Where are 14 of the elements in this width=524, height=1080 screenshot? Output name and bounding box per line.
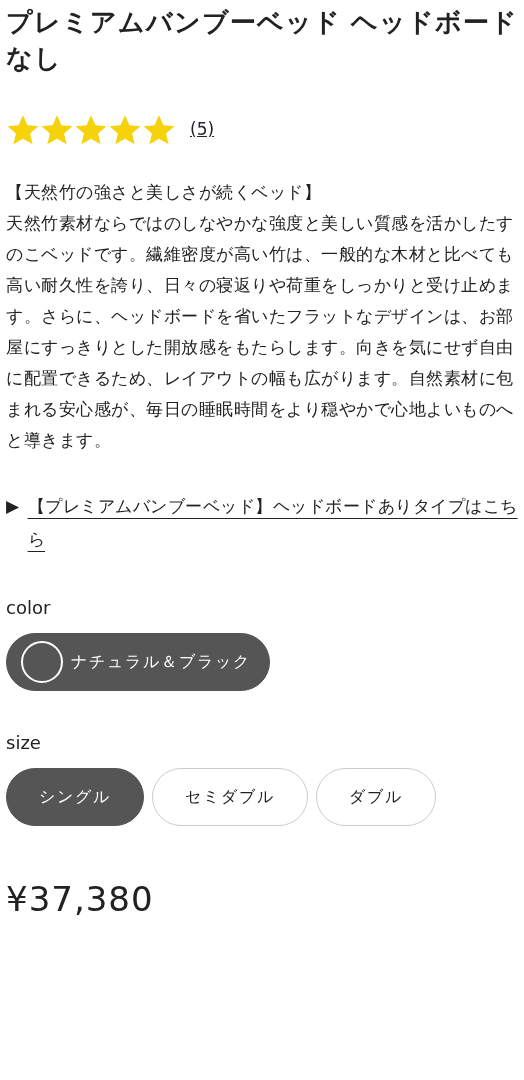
size-option[interactable]: ダブル (316, 767, 436, 826)
size-label: size (6, 730, 42, 755)
size-option[interactable]: シングル (6, 767, 144, 826)
review-count-link[interactable]: (5) (190, 117, 215, 143)
product-title: プレミアムバンブーベッド ヘッドボードなし (6, 6, 520, 76)
color-label: color (6, 595, 52, 620)
color-option[interactable]: ナチュラル＆ブラック (6, 632, 270, 691)
color-swatch-icon (21, 640, 63, 683)
price: ¥37,380 (6, 877, 155, 921)
description-heading: 【天然竹の強さと美しさが続くベッド】 (6, 181, 322, 204)
triangle-marker: ▶ (6, 494, 20, 518)
size-option[interactable]: セミダブル (152, 767, 308, 826)
description-text: 天然竹素材ならではのしなやかな強度と美しい質感を活かしたすのこベッドです。繊維密度が高い竹は、一般的な木材と比べても高い耐久性を誇り、日々の寝返りや荷重をしっかりと受け止めます。さらに、ヘッドボードを省いたフラットなデザインは、お部屋にすっきりとした開放感をもたらします。向きを気にせず自由に配置できるため、レイアウトの幅も広がります。自然素材に包まれる安心感が、毎日の睡眠時間をより穏やかで心地よいものへと導きます。 (6, 212, 515, 452)
related-product-link[interactable]: 【プレミアムバンブーベッド】ヘッドボードありタイプはこちら (27, 489, 524, 556)
